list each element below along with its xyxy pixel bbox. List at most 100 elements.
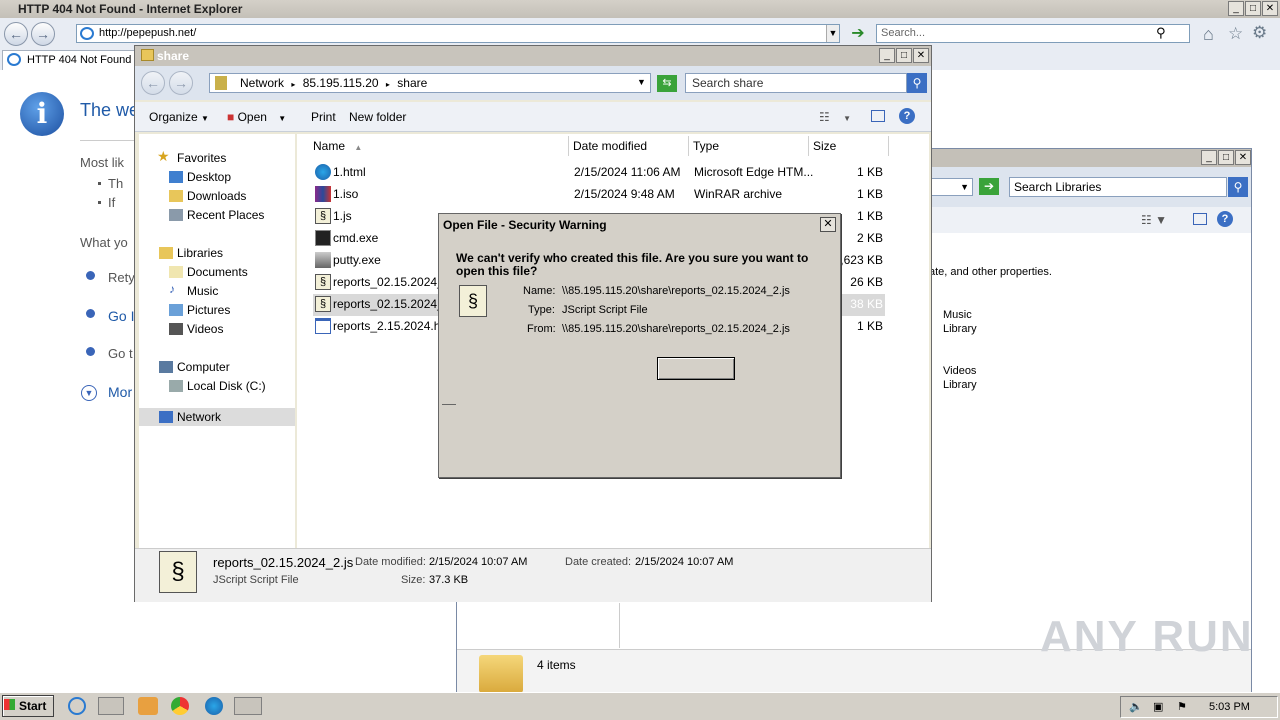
refresh-icon[interactable]: ⇆ [657,75,677,92]
lib-address-bar[interactable]: ▼ [931,178,973,196]
dialog-name-label: Name: [523,285,556,297]
nav-downloads[interactable]: Downloads [187,189,246,203]
ie-minimize-button[interactable]: _ [1228,1,1244,16]
ie-tab[interactable]: HTTP 404 Not Found [2,50,136,70]
home-icon[interactable]: ⌂ [1203,24,1214,45]
recent-places-icon [169,209,183,221]
ie-window-title: HTTP 404 Not Found - Internet Explorer [18,2,243,16]
nav-documents[interactable]: Documents [187,265,248,279]
search-icon[interactable]: ⚲ [1156,25,1166,41]
dialog-close-button[interactable]: ✕ [820,217,836,232]
address-dropdown-icon[interactable]: ▼ [826,25,839,42]
lib-help-icon[interactable]: ? [1217,211,1233,227]
nav-computer[interactable]: Computer [177,360,230,374]
lib-search-icon[interactable]: ⚲ [1228,177,1248,197]
explorer-back-button[interactable]: ← [141,71,165,95]
ie-title-bar: HTTP 404 Not Found - Internet Explorer [0,0,1280,18]
libraries-icon [159,247,173,259]
flag-icon[interactable]: ⚑ [1177,697,1187,717]
file-type: WinRAR archive [694,187,783,201]
clock[interactable]: 5:03 PM [1209,697,1250,717]
explorer-search-input[interactable]: Search share [685,73,907,93]
lib-preview-pane-icon[interactable] [1193,213,1207,225]
dialog-from-label: From: [527,323,556,335]
system-tray: 🔈 ▣ ⚑ 5:03 PM [1120,696,1278,718]
details-filename: reports_02.15.2024_2.js [213,555,354,570]
file-date: 2/15/2024 11:06 AM [574,165,681,179]
expand-chevron-icon[interactable]: ▼ [81,385,97,401]
taskbar [0,692,1280,720]
explorer-search-icon[interactable]: ⚲ [907,73,927,93]
organize-button[interactable]: Organize ▼ [149,110,209,124]
explorer-maximize-button[interactable]: □ [896,48,912,63]
help-icon[interactable]: ? [899,108,915,124]
taskbar-explorer-icon[interactable] [98,697,124,715]
cmd-icon [315,230,331,246]
breadcrumb-network[interactable]: Network [240,76,284,90]
taskbar-ie-icon[interactable] [68,697,86,715]
network-tray-icon[interactable]: ▣ [1153,697,1163,717]
taskbar-media-player-icon[interactable] [138,697,158,715]
forward-button[interactable]: → [31,22,55,46]
nav-local-disk[interactable]: Local Disk (C:) [187,379,266,393]
column-header-date[interactable]: Date modified [569,136,689,156]
lib-views-icon[interactable]: ☷ ▼ [1141,213,1167,227]
taskbar-edge-icon[interactable] [205,697,223,715]
html-icon [315,318,331,334]
speaker-icon[interactable]: 🔈 [1129,697,1143,717]
nav-pictures[interactable]: Pictures [187,303,230,317]
lib-maximize-button[interactable]: □ [1218,150,1234,165]
nav-desktop[interactable]: Desktop [187,170,231,184]
open-button[interactable]: ■ Open ▼ [227,110,286,124]
explorer-title-bar: share [135,46,931,66]
nav-libraries[interactable]: Libraries [177,246,223,260]
lib-go-icon[interactable]: ➔ [979,178,999,195]
large-script-icon: § [159,551,197,593]
views-icon[interactable]: ☷ ▼ [819,110,851,124]
go-link-1[interactable]: Go I [108,308,134,324]
address-bar[interactable]: http://pepepush.net/ [76,24,840,43]
new-folder-button[interactable]: New folder [349,110,406,124]
breadcrumb-share[interactable]: share [397,76,427,90]
breadcrumb[interactable]: Network ▸ 85.195.115.20 ▸ share [209,73,651,93]
dialog-name-value: \\85.195.115.20\share\reports_02.15.2024… [562,285,790,297]
preview-pane-icon[interactable] [871,110,885,122]
music-library-label[interactable]: Music [943,309,972,321]
more-information-link[interactable]: Mor [108,384,132,400]
dialog-divider [442,404,456,405]
ie-maximize-button[interactable]: □ [1245,1,1261,16]
dialog-open-button[interactable] [657,357,735,380]
videos-library-label[interactable]: Videos [943,365,976,377]
security-warning-dialog: Open File - Security Warning ✕ We can't … [438,213,841,478]
nav-videos[interactable]: Videos [187,322,223,336]
ie-close-button[interactable]: ✕ [1262,1,1278,16]
file-row[interactable]: 1.html 2/15/2024 11:06 AM Microsoft Edge… [315,162,890,184]
lib-minimize-button[interactable]: _ [1201,150,1217,165]
favorites-star-icon[interactable]: ☆ [1228,24,1243,44]
nav-music[interactable]: Music [187,284,218,298]
back-button[interactable]: ← [4,22,28,46]
breadcrumb-ip[interactable]: 85.195.115.20 [303,76,379,90]
print-button[interactable]: Print [311,110,336,124]
column-header-size[interactable]: Size [809,136,889,156]
ie-search-placeholder: Search... [881,27,926,39]
libraries-folder-icon [479,655,523,693]
nav-recent-places[interactable]: Recent Places [187,208,264,222]
explorer-minimize-button[interactable]: _ [879,48,895,63]
file-row[interactable]: 1.iso 2/15/2024 9:48 AM WinRAR archive 1… [315,184,890,206]
bullet-dot [98,201,101,204]
explorer-forward-button[interactable]: → [169,71,193,95]
taskbar-app-icon[interactable] [234,697,262,715]
explorer-close-button[interactable]: ✕ [913,48,929,63]
tools-gear-icon[interactable]: ⚙ [1252,23,1267,43]
column-header-type[interactable]: Type [689,136,809,156]
nav-favorites[interactable]: Favorites [177,151,226,165]
column-header-name[interactable]: Name ▲ [309,136,569,156]
lib-search-input[interactable]: Search Libraries [1009,177,1227,197]
lib-close-button[interactable]: ✕ [1235,150,1251,165]
breadcrumb-dropdown-icon[interactable]: ▼ [637,77,646,87]
go-arrow-icon[interactable]: ➔ [848,24,868,43]
taskbar-chrome-icon[interactable] [171,697,189,715]
ie-search-input[interactable]: Search... [876,24,1190,43]
nav-network[interactable]: Network [177,410,221,424]
